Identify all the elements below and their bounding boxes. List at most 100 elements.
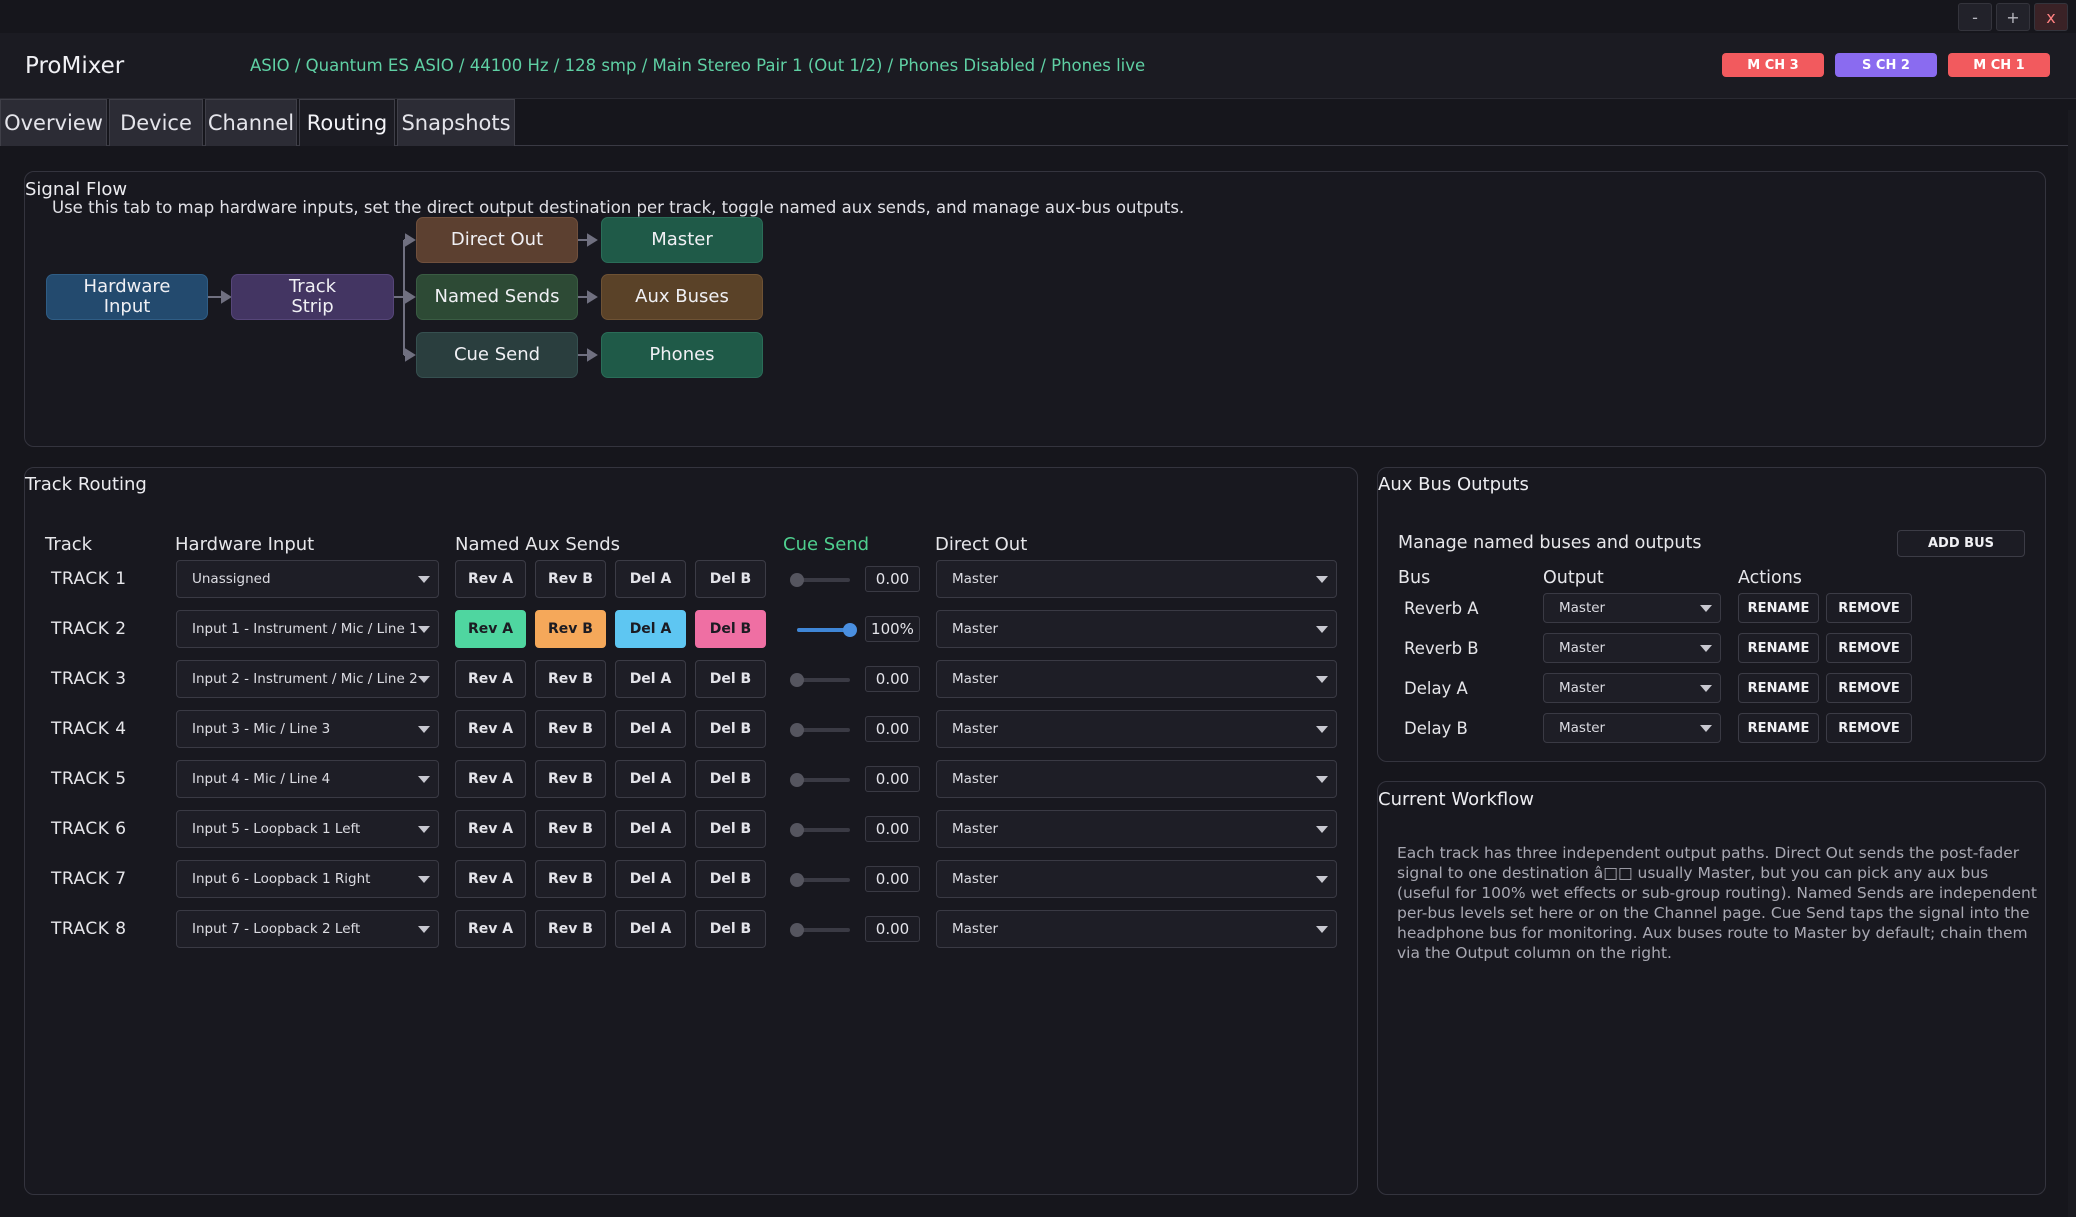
direct-out-select[interactable]: Master (936, 860, 1337, 898)
send-del-b-toggle[interactable]: Del B (695, 910, 766, 948)
send-del-b-toggle[interactable]: Del B (695, 860, 766, 898)
cue-send-slider[interactable] (797, 928, 850, 932)
hardware-input-select[interactable]: Unassigned (176, 560, 439, 598)
cue-send-value[interactable]: 0.00 (865, 666, 920, 692)
cue-send-value[interactable]: 0.00 (865, 566, 920, 592)
cue-send-knob[interactable] (790, 823, 804, 837)
hardware-input-select[interactable]: Input 6 - Loopback 1 Right (176, 860, 439, 898)
hardware-input-select[interactable]: Input 7 - Loopback 2 Left (176, 910, 439, 948)
cue-send-value[interactable]: 0.00 (865, 816, 920, 842)
flow-aux-buses: Aux Buses (601, 274, 763, 320)
hardware-input-select[interactable]: Input 5 - Loopback 1 Left (176, 810, 439, 848)
cue-send-value[interactable]: 0.00 (865, 766, 920, 792)
col-direct-out: Direct Out (935, 534, 1028, 555)
bus-output-select[interactable]: Master (1543, 633, 1721, 663)
send-del-b-toggle[interactable]: Del B (695, 610, 766, 648)
cue-send-knob[interactable] (843, 623, 857, 637)
cue-send-slider[interactable] (797, 578, 850, 582)
send-del-b-toggle[interactable]: Del B (695, 810, 766, 848)
bus-name: Delay B (1404, 719, 1468, 738)
send-del-a-toggle[interactable]: Del A (615, 760, 686, 798)
bus-output-select[interactable]: Master (1543, 593, 1721, 623)
send-rev-b-toggle[interactable]: Rev B (535, 560, 606, 598)
remove-bus-button[interactable]: REMOVE (1826, 713, 1912, 743)
send-del-b-toggle[interactable]: Del B (695, 660, 766, 698)
send-del-a-toggle[interactable]: Del A (615, 560, 686, 598)
hardware-input-select[interactable]: Input 4 - Mic / Line 4 (176, 760, 439, 798)
direct-out-select[interactable]: Master (936, 910, 1337, 948)
cue-send-slider[interactable] (797, 728, 850, 732)
direct-out-select[interactable]: Master (936, 560, 1337, 598)
rename-bus-button[interactable]: RENAME (1738, 593, 1819, 623)
send-rev-a-toggle[interactable]: Rev A (455, 660, 526, 698)
hardware-input-value: Input 7 - Loopback 2 Left (192, 921, 361, 937)
bus-output-value: Master (1559, 640, 1606, 656)
send-del-a-toggle[interactable]: Del A (615, 660, 686, 698)
direct-out-select[interactable]: Master (936, 810, 1337, 848)
chevron-down-icon (1316, 776, 1328, 783)
flow-phones: Phones (601, 332, 763, 378)
cue-send-knob[interactable] (790, 673, 804, 687)
rename-bus-button[interactable]: RENAME (1738, 713, 1819, 743)
send-rev-b-toggle[interactable]: Rev B (535, 810, 606, 848)
hardware-input-select[interactable]: Input 3 - Mic / Line 3 (176, 710, 439, 748)
col-bus: Bus (1398, 568, 1431, 588)
send-del-a-toggle[interactable]: Del A (615, 710, 686, 748)
cue-send-knob[interactable] (790, 773, 804, 787)
cue-send-value[interactable]: 0.00 (865, 866, 920, 892)
cue-send-value[interactable]: 0.00 (865, 716, 920, 742)
cue-send-knob[interactable] (790, 573, 804, 587)
bus-output-select[interactable]: Master (1543, 673, 1721, 703)
hardware-input-value: Unassigned (192, 571, 271, 587)
send-rev-b-toggle[interactable]: Rev B (535, 760, 606, 798)
cue-send-value[interactable]: 0.00 (865, 916, 920, 942)
direct-out-value: Master (952, 871, 999, 887)
send-rev-a-toggle[interactable]: Rev A (455, 860, 526, 898)
rename-bus-button[interactable]: RENAME (1738, 633, 1819, 663)
bus-name: Reverb A (1404, 599, 1479, 618)
send-rev-b-toggle[interactable]: Rev B (535, 660, 606, 698)
send-rev-a-toggle[interactable]: Rev A (455, 760, 526, 798)
send-rev-a-toggle[interactable]: Rev A (455, 710, 526, 748)
send-rev-b-toggle[interactable]: Rev B (535, 910, 606, 948)
remove-bus-button[interactable]: REMOVE (1826, 633, 1912, 663)
scrollbar[interactable] (2068, 110, 2076, 1217)
cue-send-slider[interactable] (797, 828, 850, 832)
direct-out-select[interactable]: Master (936, 610, 1337, 648)
direct-out-value: Master (952, 771, 999, 787)
cue-send-knob[interactable] (790, 873, 804, 887)
bus-output-select[interactable]: Master (1543, 713, 1721, 743)
hardware-input-select[interactable]: Input 2 - Instrument / Mic / Line 2 (176, 660, 439, 698)
send-del-b-toggle[interactable]: Del B (695, 560, 766, 598)
direct-out-select[interactable]: Master (936, 710, 1337, 748)
send-rev-a-toggle[interactable]: Rev A (455, 810, 526, 848)
send-rev-a-toggle[interactable]: Rev A (455, 910, 526, 948)
remove-bus-button[interactable]: REMOVE (1826, 593, 1912, 623)
send-del-b-toggle[interactable]: Del B (695, 760, 766, 798)
send-del-a-toggle[interactable]: Del A (615, 610, 686, 648)
send-del-a-toggle[interactable]: Del A (615, 910, 686, 948)
remove-bus-button[interactable]: REMOVE (1826, 673, 1912, 703)
send-rev-b-toggle[interactable]: Rev B (535, 860, 606, 898)
send-rev-b-toggle[interactable]: Rev B (535, 610, 606, 648)
send-rev-a-toggle[interactable]: Rev A (455, 560, 526, 598)
send-rev-b-toggle[interactable]: Rev B (535, 710, 606, 748)
chevron-down-icon (1316, 876, 1328, 883)
rename-bus-button[interactable]: RENAME (1738, 673, 1819, 703)
cue-send-value[interactable]: 100% (865, 616, 920, 642)
send-del-a-toggle[interactable]: Del A (615, 810, 686, 848)
direct-out-select[interactable]: Master (936, 760, 1337, 798)
send-rev-a-toggle[interactable]: Rev A (455, 610, 526, 648)
send-del-a-toggle[interactable]: Del A (615, 860, 686, 898)
cue-send-knob[interactable] (790, 723, 804, 737)
send-del-b-toggle[interactable]: Del B (695, 710, 766, 748)
direct-out-select[interactable]: Master (936, 660, 1337, 698)
add-bus-button[interactable]: ADD BUS (1897, 530, 2025, 557)
track-name: TRACK 1 (51, 569, 127, 589)
col-track: Track (45, 534, 93, 555)
hardware-input-select[interactable]: Input 1 - Instrument / Mic / Line 1 (176, 610, 439, 648)
cue-send-slider[interactable] (797, 678, 850, 682)
cue-send-slider[interactable] (797, 778, 850, 782)
cue-send-knob[interactable] (790, 923, 804, 937)
cue-send-slider[interactable] (797, 878, 850, 882)
